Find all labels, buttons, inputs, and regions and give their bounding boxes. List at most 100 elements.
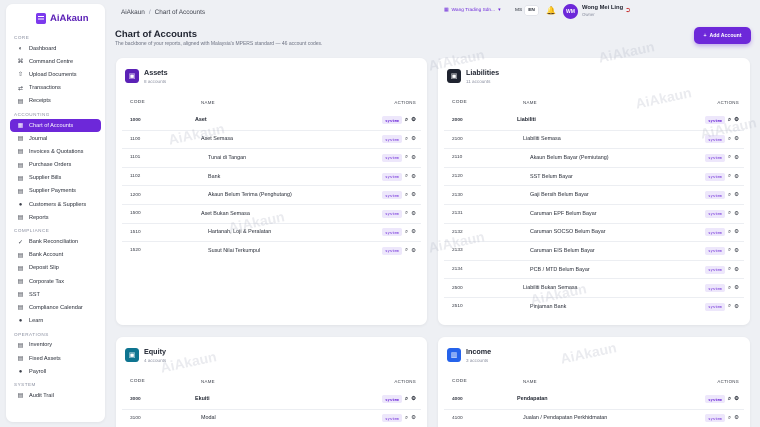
company-switcher[interactable]: ▦ Wang Trading Sdn... ▾ bbox=[444, 8, 501, 13]
gear-icon[interactable]: ⚙ bbox=[734, 396, 739, 402]
sidebar-item-corporate-tax[interactable]: ▤ Corporate Tax bbox=[10, 275, 101, 288]
view-icon[interactable]: ⌕ bbox=[405, 154, 408, 161]
view-icon[interactable]: ⌕ bbox=[728, 396, 731, 403]
table-row[interactable]: 2500 Liabiliti Bukan Semasa system ⌕ ⚙ bbox=[444, 278, 744, 297]
gear-icon[interactable]: ⚙ bbox=[411, 229, 416, 235]
sidebar-item-inventory[interactable]: ▤ Inventory bbox=[10, 339, 101, 352]
view-icon[interactable]: ⌕ bbox=[728, 229, 731, 236]
brand[interactable]: AiAkaun bbox=[36, 9, 101, 27]
table-row[interactable]: 2120 SST Belum Bayar system ⌕ ⚙ bbox=[444, 166, 744, 186]
view-icon[interactable]: ⌕ bbox=[728, 136, 731, 143]
gear-icon[interactable]: ⚙ bbox=[734, 174, 739, 180]
sidebar-item-fixed-assets[interactable]: ▤ Fixed Assets bbox=[10, 352, 101, 365]
table-row[interactable]: 1101 Tunai di Tangan system ⌕ ⚙ bbox=[122, 148, 421, 167]
sidebar-item-audit-trail[interactable]: ▤ Audit Trail bbox=[10, 389, 101, 402]
gear-icon[interactable]: ⚙ bbox=[411, 415, 416, 421]
lang-en-button[interactable]: EN bbox=[525, 6, 538, 15]
table-row[interactable]: 4100 Jualan / Pendapatan Perkhidmatan syst… bbox=[444, 408, 744, 427]
gear-icon[interactable]: ⚙ bbox=[734, 117, 739, 123]
sidebar-item-command-centre[interactable]: ⌘ Command Centre bbox=[10, 55, 101, 68]
gear-icon[interactable]: ⚙ bbox=[411, 248, 416, 254]
sidebar-item-bank-account[interactable]: ▤ Bank Account bbox=[10, 249, 101, 262]
view-icon[interactable]: ⌕ bbox=[728, 266, 731, 273]
sidebar-item-transactions[interactable]: ⇄ Transactions bbox=[10, 82, 101, 95]
gear-icon[interactable]: ⚙ bbox=[411, 136, 416, 142]
table-row[interactable]: 2134 PCB / MTD Belum Bayar system ⌕ ⚙ bbox=[444, 259, 744, 279]
gear-icon[interactable]: ⚙ bbox=[734, 304, 739, 310]
gear-icon[interactable]: ⚙ bbox=[734, 192, 739, 198]
table-row[interactable]: 2133 Caruman EIS Belum Bayar system ⌕ ⚙ bbox=[444, 241, 744, 260]
view-icon[interactable]: ⌕ bbox=[728, 247, 731, 254]
gear-icon[interactable]: ⚙ bbox=[411, 117, 416, 123]
sidebar-item-bank-reconciliation[interactable]: ✓ Bank Reconciliation bbox=[10, 235, 101, 248]
sidebar-item-upload-documents[interactable]: ⇧ Upload Documents bbox=[10, 68, 101, 81]
sidebar-item-sst[interactable]: ▤ SST bbox=[10, 288, 101, 301]
sidebar-item-customers-suppliers[interactable]: ● Customers & Suppliers bbox=[10, 198, 101, 211]
sidebar-item-supplier-payments[interactable]: ▤ Supplier Payments bbox=[10, 185, 101, 198]
table-row[interactable]: 3000 Ekuiti system ⌕ ⚙ bbox=[122, 390, 421, 409]
table-row[interactable]: 2130 Gaji Bersih Belum Bayar system ⌕ ⚙ bbox=[444, 185, 744, 204]
table-row[interactable]: 2132 Caruman SOCSO Belum Bayar system ⌕ ⚙ bbox=[444, 222, 744, 242]
table-row[interactable]: 2510 Pinjaman Bank system ⌕ ⚙ bbox=[444, 296, 744, 316]
view-icon[interactable]: ⌕ bbox=[728, 285, 731, 292]
table-row[interactable]: 2000 Liabiliti system ⌕ ⚙ bbox=[444, 111, 744, 130]
table-row[interactable]: 1100 Aset Semasa system ⌕ ⚙ bbox=[122, 129, 421, 149]
sidebar-item-reports[interactable]: ▤ Reports bbox=[10, 211, 101, 224]
gear-icon[interactable]: ⚙ bbox=[734, 155, 739, 161]
table-row[interactable]: 1520 Susut Nilai Terkumpul system ⌕ ⚙ bbox=[122, 241, 421, 260]
sidebar-item-deposit-slip[interactable]: ▤ Deposit Slip bbox=[10, 262, 101, 275]
table-row[interactable]: 4000 Pendapatan system ⌕ ⚙ bbox=[444, 390, 744, 409]
add-account-button[interactable]: + Add Account bbox=[694, 27, 751, 44]
sidebar-item-supplier-bills[interactable]: ▤ Supplier Bills bbox=[10, 172, 101, 185]
gear-icon[interactable]: ⚙ bbox=[411, 174, 416, 180]
view-icon[interactable]: ⌕ bbox=[405, 229, 408, 236]
view-icon[interactable]: ⌕ bbox=[405, 210, 408, 217]
view-icon[interactable]: ⌕ bbox=[405, 136, 408, 143]
table-row[interactable]: 1200 Akaun Belum Terima (Penghutang) syste… bbox=[122, 185, 421, 204]
view-icon[interactable]: ⌕ bbox=[728, 154, 731, 161]
notification-bell-icon[interactable]: 🔔 bbox=[546, 6, 556, 15]
gear-icon[interactable]: ⚙ bbox=[734, 267, 739, 273]
gear-icon[interactable]: ⚙ bbox=[411, 192, 416, 198]
table-row[interactable]: 1500 Aset Bukan Semasa system ⌕ ⚙ bbox=[122, 203, 421, 223]
gear-icon[interactable]: ⚙ bbox=[734, 229, 739, 235]
gear-icon[interactable]: ⚙ bbox=[734, 415, 739, 421]
gear-icon[interactable]: ⚙ bbox=[734, 136, 739, 142]
view-icon[interactable]: ⌕ bbox=[728, 303, 731, 310]
table-row[interactable]: 1000 Aset system ⌕ ⚙ bbox=[122, 111, 421, 130]
sidebar-item-journal[interactable]: ▤ Journal bbox=[10, 132, 101, 145]
view-icon[interactable]: ⌕ bbox=[728, 210, 731, 217]
view-icon[interactable]: ⌕ bbox=[405, 192, 408, 199]
gear-icon[interactable]: ⚙ bbox=[734, 248, 739, 254]
table-row[interactable]: 3100 Modal system ⌕ ⚙ bbox=[122, 408, 421, 427]
view-icon[interactable]: ⌕ bbox=[405, 415, 408, 422]
sidebar-item-purchase-orders[interactable]: ▤ Purchase Orders bbox=[10, 159, 101, 172]
gear-icon[interactable]: ⚙ bbox=[411, 155, 416, 161]
view-icon[interactable]: ⌕ bbox=[405, 117, 408, 124]
sidebar-item-compliance-calendar[interactable]: ▤ Compliance Calendar bbox=[10, 301, 101, 314]
view-icon[interactable]: ⌕ bbox=[728, 415, 731, 422]
gear-icon[interactable]: ⚙ bbox=[411, 211, 416, 217]
table-row[interactable]: 2131 Caruman EPF Belum Bayar system ⌕ ⚙ bbox=[444, 203, 744, 223]
view-icon[interactable]: ⌕ bbox=[728, 117, 731, 124]
view-icon[interactable]: ⌕ bbox=[728, 192, 731, 199]
table-row[interactable]: 1102 Bank system ⌕ ⚙ bbox=[122, 166, 421, 186]
sidebar-item-invoices-quotations[interactable]: ▤ Invoices & Quotations bbox=[10, 145, 101, 158]
table-row[interactable]: 1510 Hartanah, Loji & Peralatan system ⌕ ⚙ bbox=[122, 222, 421, 242]
sidebar-item-receipts[interactable]: ▤ Receipts bbox=[10, 95, 101, 108]
breadcrumb-home[interactable]: AiAkaun bbox=[121, 9, 145, 16]
gear-icon[interactable]: ⚙ bbox=[734, 285, 739, 291]
view-icon[interactable]: ⌕ bbox=[405, 247, 408, 254]
sidebar-item-dashboard[interactable]: ◐ Dashboard bbox=[10, 42, 101, 55]
lang-ms-button[interactable]: MS bbox=[512, 6, 525, 15]
sidebar-item-learn[interactable]: ● Learn bbox=[10, 315, 101, 328]
sidebar-item-payroll[interactable]: ● Payroll bbox=[10, 365, 101, 378]
view-icon[interactable]: ⌕ bbox=[405, 173, 408, 180]
table-row[interactable]: 2100 Liabiliti Semasa system ⌕ ⚙ bbox=[444, 129, 744, 149]
table-row[interactable]: 2110 Akaun Belum Bayar (Pemiutang) system ⌕… bbox=[444, 148, 744, 167]
avatar[interactable]: WM bbox=[563, 4, 578, 19]
sidebar-item-chart-of-accounts[interactable]: ▦ Chart of Accounts bbox=[10, 118, 101, 133]
gear-icon[interactable]: ⚙ bbox=[411, 396, 416, 402]
view-icon[interactable]: ⌕ bbox=[405, 396, 408, 403]
view-icon[interactable]: ⌕ bbox=[728, 173, 731, 180]
